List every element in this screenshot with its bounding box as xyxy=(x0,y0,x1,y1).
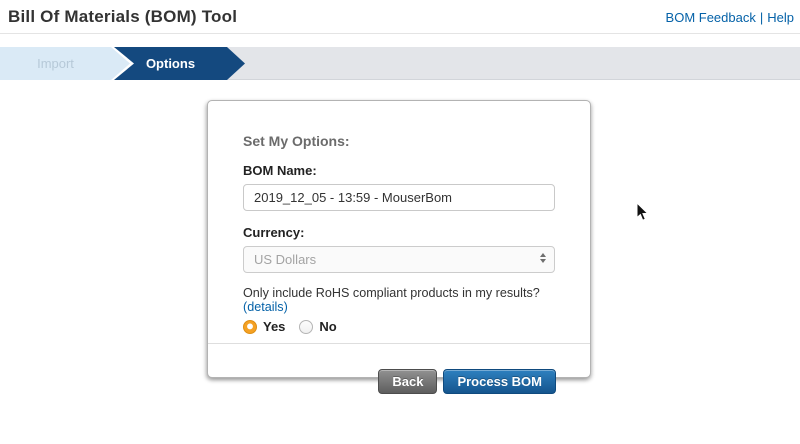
rohs-question: Only include RoHS compliant products in … xyxy=(243,286,555,314)
back-button[interactable]: Back xyxy=(378,369,437,394)
dialog-footer: Back Process BOM xyxy=(208,344,590,394)
step-import[interactable]: Import xyxy=(0,47,130,80)
page-header: Bill Of Materials (BOM) Tool BOM Feedbac… xyxy=(0,0,800,34)
rohs-radio-group: Yes No xyxy=(243,319,555,334)
options-dialog: Set My Options: BOM Name: Currency: US D… xyxy=(207,100,591,378)
page-title: Bill Of Materials (BOM) Tool xyxy=(8,7,237,27)
help-link[interactable]: Help xyxy=(767,10,794,25)
step-import-label: Import xyxy=(0,47,111,80)
currency-label: Currency: xyxy=(243,225,555,240)
header-links: BOM Feedback | Help xyxy=(666,10,794,25)
currency-selected-value: US Dollars xyxy=(244,247,554,272)
bom-name-label: BOM Name: xyxy=(243,163,555,178)
link-separator: | xyxy=(760,10,763,25)
currency-select[interactable]: US Dollars xyxy=(243,246,555,273)
rohs-question-text: Only include RoHS compliant products in … xyxy=(243,286,540,300)
details-link[interactable]: (details) xyxy=(243,300,288,314)
rohs-yes-label: Yes xyxy=(263,319,285,334)
step-progress-bar: Options Import xyxy=(0,47,800,80)
bom-name-input[interactable] xyxy=(243,184,555,211)
dialog-heading: Set My Options: xyxy=(243,133,555,149)
rohs-no-label: No xyxy=(319,319,336,334)
select-stepper-icon xyxy=(540,253,546,263)
process-bom-button[interactable]: Process BOM xyxy=(443,369,556,394)
mouse-cursor-icon xyxy=(636,202,650,222)
bom-feedback-link[interactable]: BOM Feedback xyxy=(666,10,756,25)
rohs-yes-radio[interactable] xyxy=(243,320,257,334)
rohs-no-radio[interactable] xyxy=(299,320,313,334)
